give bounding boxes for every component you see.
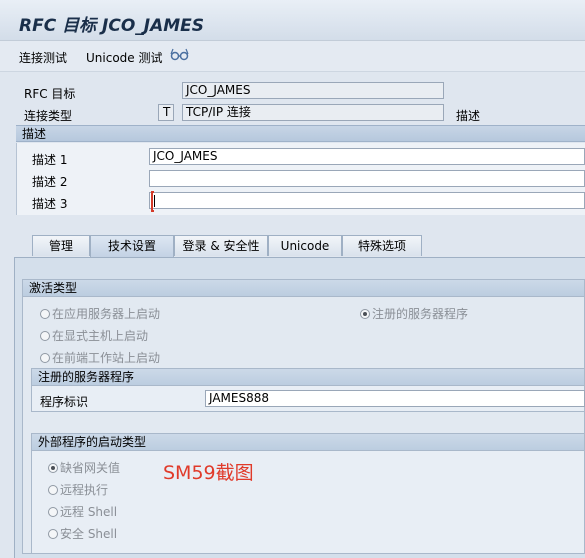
title-bar: RFC 目标 JCO_JAMES bbox=[0, 0, 585, 41]
window-title: RFC 目标 JCO_JAMES bbox=[19, 16, 205, 36]
description-2-field[interactable] bbox=[149, 170, 585, 187]
description-1-field[interactable]: JCO_JAMES bbox=[149, 148, 585, 165]
radio-remote-shell-label: 远程 Shell bbox=[60, 505, 118, 519]
radio-secure-shell-icon bbox=[48, 529, 58, 539]
tab-administration[interactable]: 管理 bbox=[32, 235, 90, 256]
radio-explicit-host-icon bbox=[40, 331, 50, 341]
radio-secure-shell-label: 安全 Shell bbox=[60, 527, 118, 541]
rfc-target-label: RFC 目标 bbox=[24, 87, 76, 101]
description-2-label: 描述 2 bbox=[32, 175, 68, 189]
tab-technical-settings[interactable]: 技术设置 bbox=[90, 235, 174, 257]
rfc-target-field[interactable]: JCO_JAMES bbox=[182, 82, 444, 99]
radio-default-gateway[interactable]: 缺省网关值 bbox=[48, 459, 120, 476]
radio-default-gateway-label: 缺省网关值 bbox=[60, 461, 121, 475]
radio-remote-shell-icon bbox=[48, 507, 58, 517]
tab-strip: 管理 技术设置 登录 & 安全性 Unicode 特殊选项 bbox=[14, 235, 585, 257]
radio-app-server-label: 在应用服务器上启动 bbox=[52, 307, 161, 321]
radio-remote-exec-label: 远程执行 bbox=[60, 483, 109, 497]
radio-front-end-icon bbox=[40, 353, 50, 363]
connection-type-code-field[interactable]: T bbox=[158, 104, 174, 121]
radio-default-gateway-icon bbox=[48, 463, 58, 473]
radio-registered-server[interactable]: 注册的服务器程序 bbox=[360, 305, 468, 322]
connection-type-field[interactable]: TCP/IP 连接 bbox=[182, 104, 444, 121]
tab-unicode[interactable]: Unicode bbox=[268, 235, 342, 256]
tab-special-options[interactable]: 特殊选项 bbox=[342, 235, 422, 256]
radio-front-end[interactable]: 在前端工作站上启动 bbox=[40, 349, 160, 366]
screenshot-caption: SM59截图 bbox=[163, 462, 254, 484]
description-3-field[interactable] bbox=[149, 192, 585, 209]
tab-logon-security[interactable]: 登录 & 安全性 bbox=[174, 235, 268, 256]
activation-type-title: 激活类型 bbox=[23, 280, 584, 297]
text-cursor bbox=[154, 195, 155, 207]
connection-test-button[interactable]: 连接测试 bbox=[19, 49, 67, 66]
radio-remote-shell[interactable]: 远程 Shell bbox=[48, 503, 117, 520]
radio-app-server[interactable]: 在应用服务器上启动 bbox=[40, 305, 160, 322]
application-toolbar: 连接测试 Unicode 测试 bbox=[0, 41, 585, 72]
description-1-label: 描述 1 bbox=[32, 153, 68, 167]
unicode-test-button[interactable]: Unicode 测试 bbox=[86, 49, 162, 66]
radio-registered-server-label: 注册的服务器程序 bbox=[372, 307, 469, 321]
radio-registered-server-icon bbox=[360, 309, 370, 319]
radio-remote-exec[interactable]: 远程执行 bbox=[48, 481, 108, 498]
radio-secure-shell[interactable]: 安全 Shell bbox=[48, 525, 117, 542]
glasses-icon[interactable] bbox=[170, 45, 190, 63]
external-start-title: 外部程序的启动类型 bbox=[32, 434, 584, 451]
program-id-field[interactable]: JAMES888 bbox=[205, 390, 585, 407]
radio-explicit-host-label: 在显式主机上启动 bbox=[52, 329, 149, 343]
description-3-label: 描述 3 bbox=[32, 197, 68, 211]
description-section-header: 描述 bbox=[16, 125, 585, 142]
registered-server-title: 注册的服务器程序 bbox=[32, 369, 584, 386]
header-description-label: 描述 bbox=[456, 109, 481, 123]
program-id-label: 程序标识 bbox=[40, 395, 89, 409]
radio-explicit-host[interactable]: 在显式主机上启动 bbox=[40, 327, 148, 344]
radio-front-end-label: 在前端工作站上启动 bbox=[52, 351, 161, 365]
connection-type-label: 连接类型 bbox=[24, 109, 73, 123]
radio-app-server-icon bbox=[40, 309, 50, 319]
radio-remote-exec-icon bbox=[48, 485, 58, 495]
